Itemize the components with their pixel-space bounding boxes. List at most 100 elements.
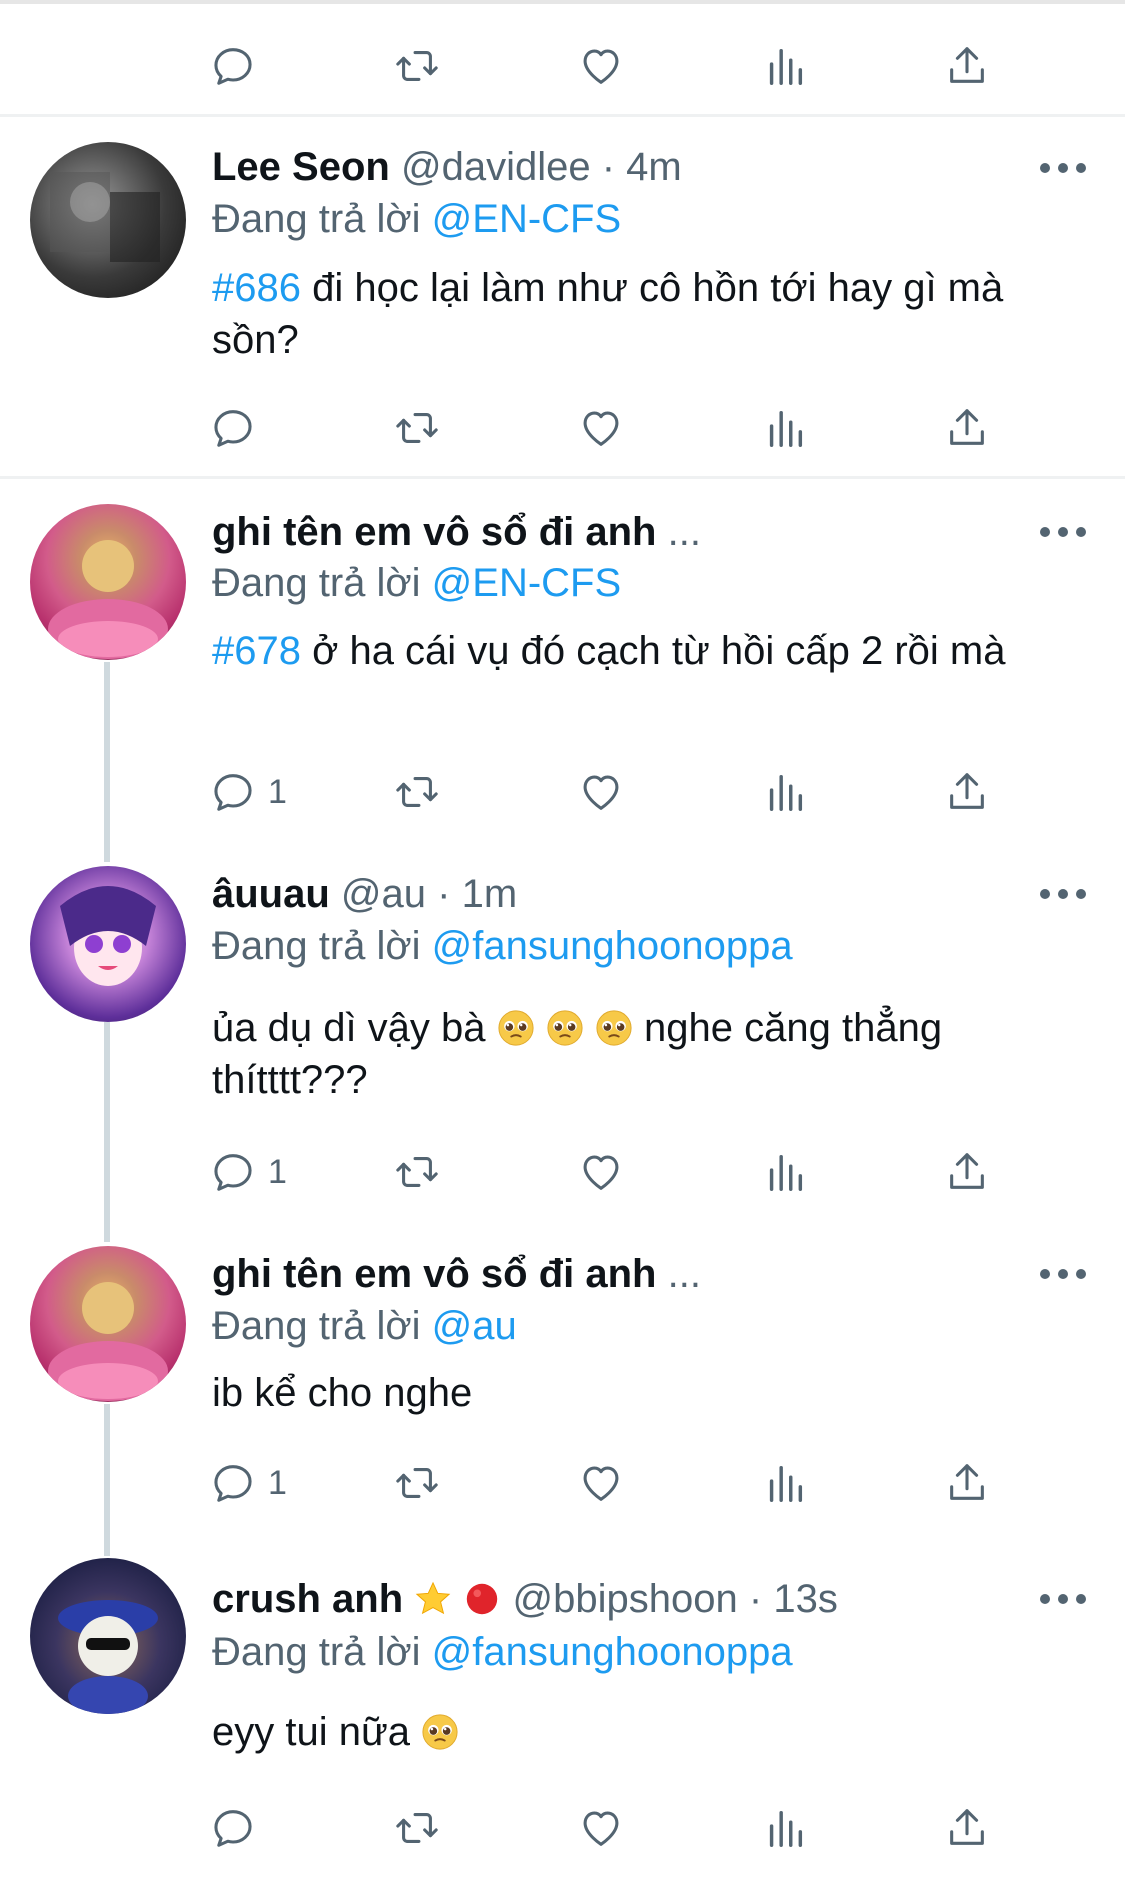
reply-button[interactable]	[210, 38, 256, 94]
retweet-icon	[394, 405, 440, 451]
retweet-button[interactable]	[394, 764, 440, 820]
avatar[interactable]	[30, 1246, 186, 1402]
like-button[interactable]	[578, 1144, 624, 1200]
tweet-body: đi học lại làm như cô hồn tới hay gì mà …	[212, 266, 1004, 362]
reply-context: Đang trả lời @EN-CFS	[212, 193, 621, 245]
action-bar: 1	[210, 1144, 1010, 1200]
handle[interactable]: @davidlee	[401, 145, 591, 189]
share-icon	[944, 1460, 990, 1506]
display-name[interactable]: crush anh	[212, 1577, 403, 1621]
reply-prefix: Đang trả lời	[212, 197, 421, 241]
top-border	[0, 0, 1125, 4]
more-button[interactable]	[1040, 522, 1090, 542]
action-bar: 1	[210, 764, 1010, 820]
avatar[interactable]	[30, 142, 186, 298]
reply-button[interactable]: 1	[210, 764, 287, 820]
retweet-button[interactable]	[394, 1144, 440, 1200]
more-button[interactable]	[1040, 1264, 1090, 1284]
tweet-header: ghi tên em vô sổ đi anh ...	[212, 1248, 701, 1300]
truncation-ellipsis: ...	[667, 1252, 701, 1296]
hashtag-link[interactable]: #686	[212, 266, 301, 310]
reply-icon	[210, 769, 256, 815]
reply-button[interactable]	[210, 400, 256, 456]
pleading-face-emoji	[546, 1009, 584, 1047]
display-name[interactable]: âuuau	[212, 872, 330, 916]
timestamp[interactable]: 13s	[773, 1577, 838, 1621]
share-button[interactable]	[944, 764, 990, 820]
retweet-icon	[394, 1460, 440, 1506]
analytics-button[interactable]	[762, 764, 808, 820]
analytics-button[interactable]	[762, 1144, 808, 1200]
like-button[interactable]	[578, 764, 624, 820]
share-button[interactable]	[944, 400, 990, 456]
avatar[interactable]	[30, 504, 186, 660]
retweet-button[interactable]	[394, 1800, 440, 1856]
like-button[interactable]	[578, 1800, 624, 1856]
tweet-body: ib kể cho nghe	[212, 1371, 473, 1415]
avatar[interactable]	[30, 866, 186, 1022]
reply-count: 1	[268, 772, 287, 811]
analytics-icon	[762, 1149, 808, 1195]
reply-to-link[interactable]: @EN-CFS	[432, 197, 622, 241]
reply-button[interactable]: 1	[210, 1144, 287, 1200]
retweet-button[interactable]	[394, 1455, 440, 1511]
handle[interactable]: @au	[341, 872, 426, 916]
retweet-icon	[394, 1805, 440, 1851]
timestamp[interactable]: 4m	[626, 145, 682, 189]
reply-prefix: Đang trả lời	[212, 561, 421, 605]
handle[interactable]: @bbipshoon	[513, 1577, 738, 1621]
separator: ·	[601, 145, 616, 189]
display-name[interactable]: ghi tên em vô sổ đi anh	[212, 1252, 657, 1296]
pleading-face-emoji	[421, 1713, 459, 1751]
tweet-header: âuuau @au · 1m	[212, 868, 517, 920]
analytics-icon	[762, 1805, 808, 1851]
reply-to-link[interactable]: @au	[432, 1304, 517, 1348]
reply-icon	[210, 1460, 256, 1506]
hashtag-link[interactable]: #678	[212, 629, 301, 673]
like-button[interactable]	[578, 1455, 624, 1511]
more-button[interactable]	[1040, 158, 1090, 178]
analytics-icon	[762, 405, 808, 451]
share-icon	[944, 1149, 990, 1195]
like-button[interactable]	[578, 400, 624, 456]
tweet-header: ghi tên em vô sổ đi anh ...	[212, 506, 701, 558]
timestamp[interactable]: 1m	[462, 872, 518, 916]
display-name[interactable]: ghi tên em vô sổ đi anh	[212, 510, 657, 554]
reply-to-link[interactable]: @EN-CFS	[432, 561, 622, 605]
like-icon	[578, 769, 624, 815]
share-button[interactable]	[944, 1800, 990, 1856]
thread-line	[104, 662, 110, 862]
retweet-button[interactable]	[394, 38, 440, 94]
share-button[interactable]	[944, 1144, 990, 1200]
share-button[interactable]	[944, 38, 990, 94]
reply-to-link[interactable]: @fansunghoonoppa	[432, 1630, 793, 1674]
tweet-text: #678 ở ha cái vụ đó cạch từ hồi cấp 2 rồ…	[212, 625, 1042, 677]
avatar[interactable]	[30, 1558, 186, 1714]
analytics-button[interactable]	[762, 1800, 808, 1856]
retweet-button[interactable]	[394, 400, 440, 456]
pleading-face-emoji	[595, 1009, 633, 1047]
like-button[interactable]	[578, 38, 624, 94]
reply-button[interactable]: 1	[210, 1455, 287, 1511]
star-emoji	[414, 1580, 452, 1618]
reply-context: Đang trả lời @au	[212, 1300, 517, 1352]
tweet-body: ủa dụ dì vậy bà	[212, 1006, 486, 1050]
share-button[interactable]	[944, 1455, 990, 1511]
more-button[interactable]	[1040, 884, 1090, 904]
truncation-ellipsis: ...	[667, 510, 701, 554]
more-button[interactable]	[1040, 1589, 1090, 1609]
analytics-button[interactable]	[762, 1455, 808, 1511]
display-name[interactable]: Lee Seon	[212, 145, 390, 189]
tweet-text: eyy tui nữa	[212, 1706, 1042, 1758]
retweet-icon	[394, 43, 440, 89]
tweet-text: ủa dụ dì vậy bà nghe căng thẳng thítttt?…	[212, 1002, 1042, 1106]
analytics-button[interactable]	[762, 38, 808, 94]
thread-line	[104, 1022, 110, 1242]
analytics-button[interactable]	[762, 400, 808, 456]
like-icon	[578, 405, 624, 451]
reply-button[interactable]	[210, 1800, 256, 1856]
action-bar	[210, 38, 1010, 94]
reply-to-link[interactable]: @fansunghoonoppa	[432, 924, 793, 968]
reply-count: 1	[268, 1152, 287, 1191]
action-bar	[210, 400, 1010, 456]
